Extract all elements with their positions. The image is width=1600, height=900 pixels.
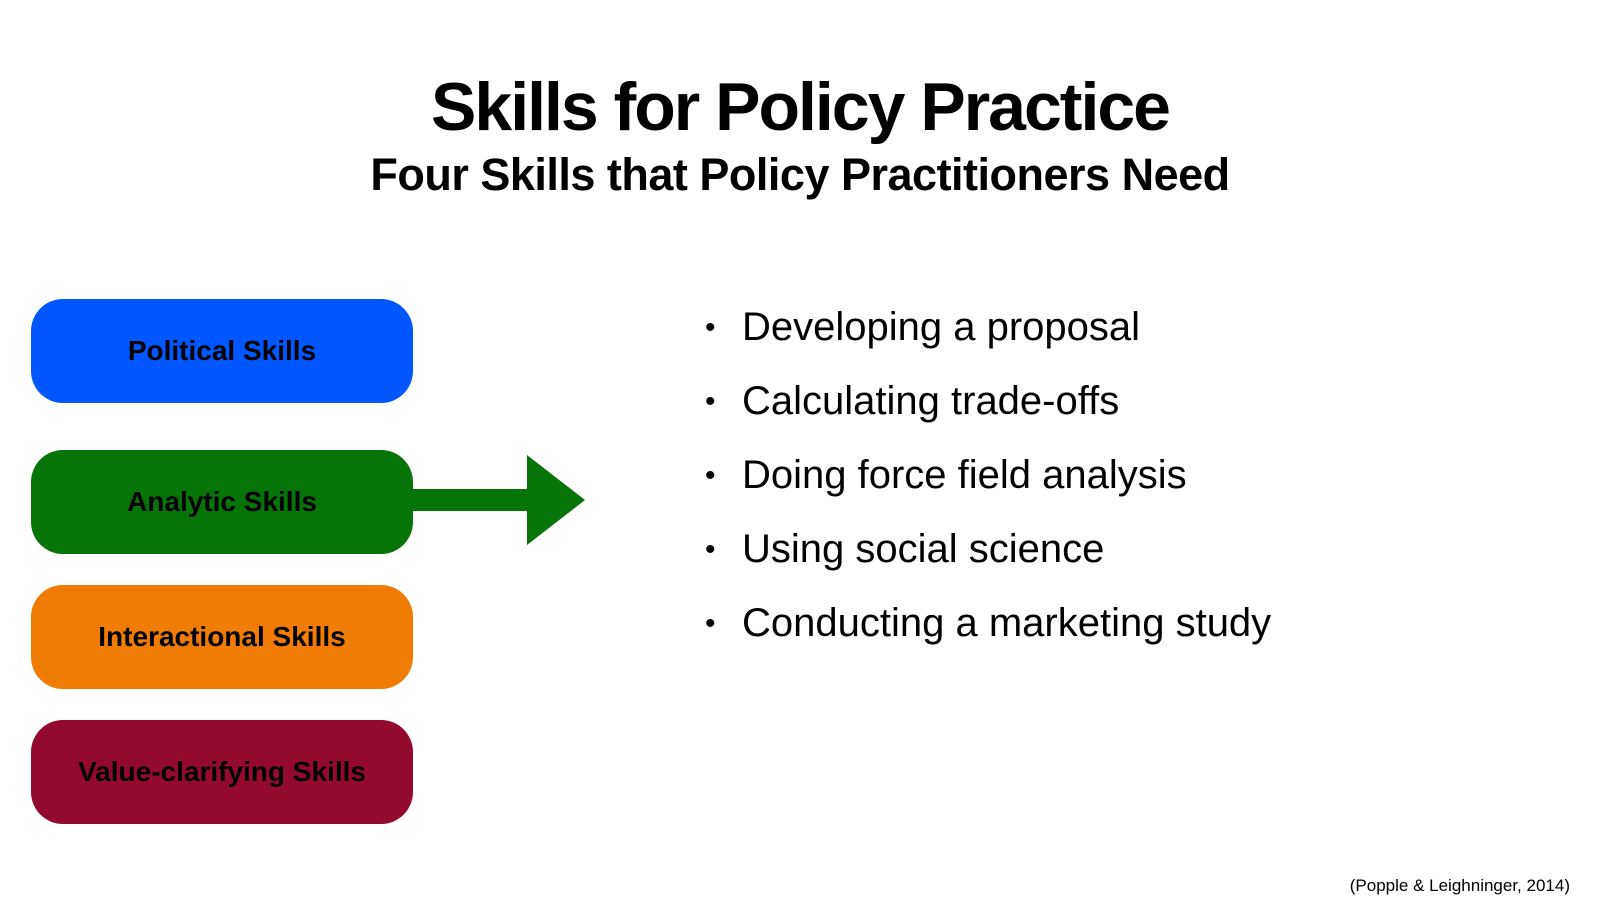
bullet-dot-icon: • (705, 311, 716, 344)
interactional-skills-box: Interactional Skills (31, 585, 413, 689)
slide-title: Skills for Policy Practice (431, 69, 1171, 145)
analytic-skills-box: Analytic Skills (31, 450, 413, 554)
list-item: • Conducting a marketing study (705, 596, 1325, 650)
citation: (Popple & Leighninger, 2014) (1349, 876, 1570, 895)
list-item-text: Developing a proposal (742, 305, 1141, 349)
list-item: • Doing force field analysis (705, 448, 1325, 502)
arrow-shape (410, 455, 585, 545)
list-item: • Calculating trade-offs (705, 374, 1325, 428)
value-clarifying-skills-box: Value-clarifying Skills (31, 720, 413, 824)
bullet-dot-icon: • (705, 607, 716, 640)
slide-subtitle: Four Skills that Policy Practitioners Ne… (370, 149, 1230, 200)
right-arrow-icon (410, 455, 585, 545)
political-skills-box: Political Skills (31, 299, 413, 403)
list-item-text: Conducting a marketing study (742, 601, 1272, 645)
bullet-dot-icon: • (705, 533, 716, 566)
list-item-text: Doing force field analysis (742, 453, 1187, 497)
analytic-skills-list: • Developing a proposal • Calculating trad… (705, 300, 1325, 670)
bullet-dot-icon: • (705, 385, 716, 418)
list-item-text: Using social science (742, 527, 1105, 571)
list-item: • Using social science (705, 522, 1325, 576)
list-item: • Developing a proposal (705, 300, 1325, 354)
bullet-dot-icon: • (705, 459, 716, 492)
list-item-text: Calculating trade-offs (742, 379, 1120, 423)
